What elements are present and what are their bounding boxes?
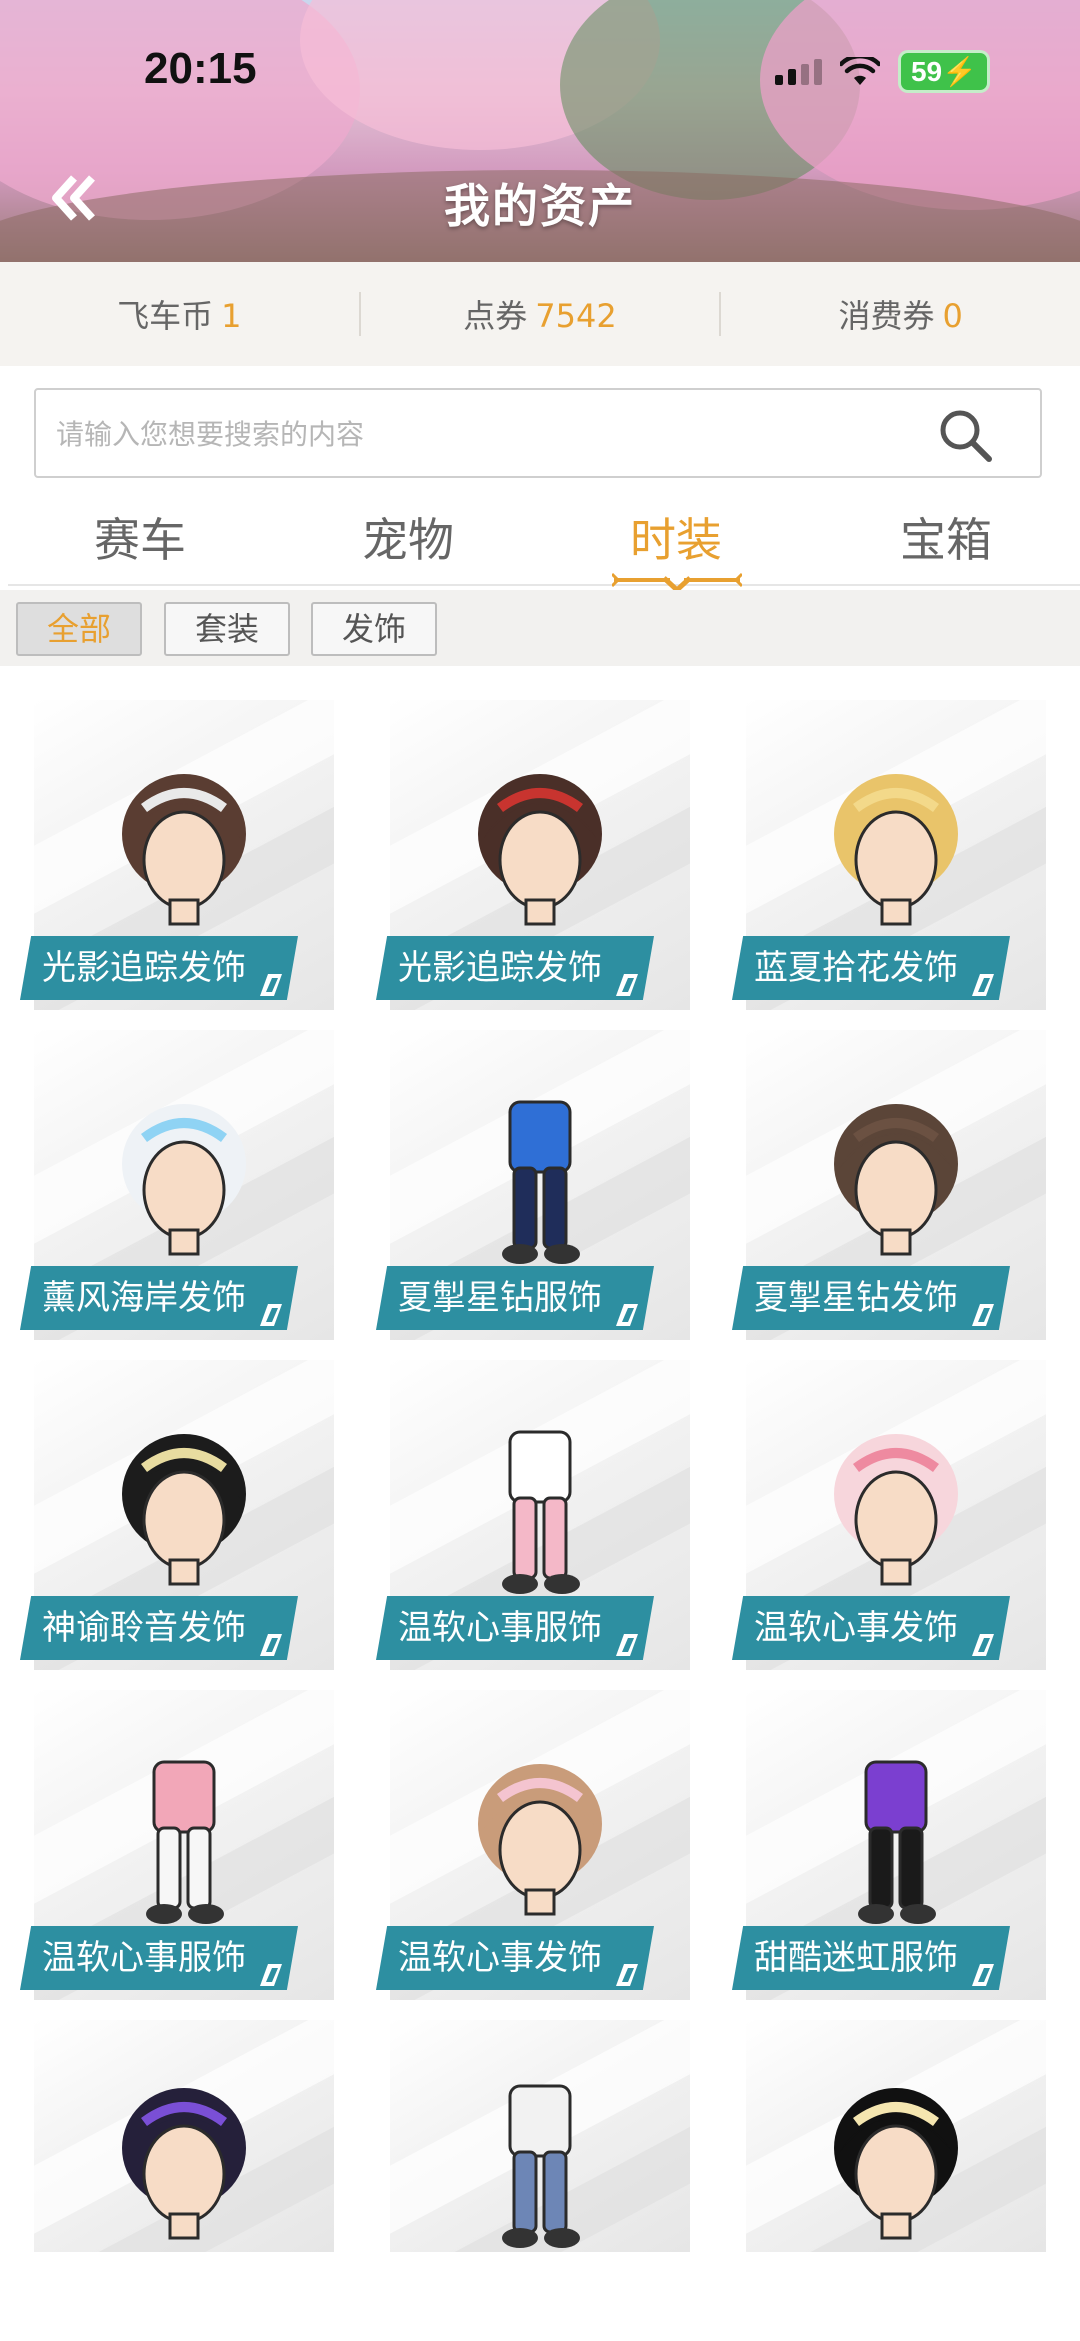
hair-accessory-icon bbox=[834, 1104, 958, 1256]
hair-accessory-icon bbox=[122, 1434, 246, 1586]
fashion-item-card[interactable]: 温软心事发饰 bbox=[356, 1690, 690, 2000]
filter-row: 全部 套装 发饰 bbox=[0, 590, 1080, 666]
corner-stripe-icon bbox=[260, 1634, 282, 1656]
outfit-item-icon bbox=[502, 1430, 580, 1594]
item-name-label: 温软心事发饰 bbox=[732, 1596, 1010, 1660]
currency-label: 飞车币 bbox=[117, 297, 214, 335]
active-tab-indicator bbox=[612, 572, 742, 592]
tabs-divider bbox=[8, 584, 1080, 586]
corner-stripe-icon bbox=[260, 974, 282, 996]
fashion-item-card[interactable]: 光影追踪发饰 bbox=[356, 700, 690, 1010]
corner-stripe-icon bbox=[616, 1964, 638, 1986]
fashion-item-card[interactable]: 光影追踪发饰 bbox=[0, 700, 334, 1010]
hair-accessory-icon bbox=[834, 774, 958, 926]
corner-stripe-icon bbox=[972, 1634, 994, 1656]
currency-label: 消费券 bbox=[838, 297, 935, 335]
search-box bbox=[34, 388, 1042, 478]
item-name-label: 温软心事发饰 bbox=[376, 1926, 654, 1990]
search-input[interactable] bbox=[54, 390, 938, 478]
outfit-item-icon bbox=[502, 2084, 580, 2248]
fashion-item-card[interactable]: 薰风海岸发饰 bbox=[0, 1030, 334, 1340]
outfit-item-icon bbox=[502, 1100, 580, 1264]
currency-value: 1 bbox=[221, 297, 242, 335]
fashion-item-card[interactable]: 温软心事服饰 bbox=[0, 1690, 334, 2000]
hair-accessory-icon bbox=[478, 774, 602, 926]
outfit-item-icon bbox=[858, 1760, 936, 1924]
page-title: 我的资产 bbox=[444, 179, 636, 233]
tab-treasure-box[interactable]: 宝箱 bbox=[836, 504, 1056, 570]
hair-accessory-icon bbox=[834, 2088, 958, 2240]
currency-bar: 飞车币 1 点券 7542 消费券 0 bbox=[0, 262, 1080, 366]
status-time: 20:15 bbox=[144, 44, 257, 93]
hair-accessory-icon bbox=[122, 774, 246, 926]
item-name-label: 神谕聆音发饰 bbox=[20, 1596, 298, 1660]
item-name-label: 温软心事服饰 bbox=[376, 1596, 654, 1660]
status-icons: 59⚡ bbox=[774, 50, 990, 93]
currency-label: 点券 bbox=[463, 297, 528, 335]
hair-accessory-icon bbox=[478, 1764, 602, 1916]
tab-pet[interactable]: 宠物 bbox=[298, 504, 518, 570]
currency-value: 0 bbox=[942, 297, 963, 335]
fashion-item-card[interactable]: 神谕聆音发饰 bbox=[0, 1360, 334, 1670]
fashion-item-card[interactable] bbox=[712, 2020, 1046, 2330]
cellular-signal-icon bbox=[774, 58, 822, 85]
fashion-item-card[interactable]: 温软心事服饰 bbox=[356, 1360, 690, 1670]
currency-value: 7542 bbox=[535, 297, 617, 335]
battery-indicator: 59⚡ bbox=[897, 50, 990, 93]
item-grid: 光影追踪发饰 光影追踪发饰 蓝夏拾花发饰薰风海岸发饰 夏掣星钻服饰 夏掣星钻发饰神谕聆音… bbox=[0, 700, 1080, 2341]
header-banner: 20:15 59⚡ 我的资产 bbox=[0, 0, 1080, 262]
filter-hair-accessory[interactable]: 发饰 bbox=[311, 602, 437, 656]
filter-suit[interactable]: 套装 bbox=[164, 602, 290, 656]
corner-stripe-icon bbox=[972, 1964, 994, 1986]
fashion-item-card[interactable]: 温软心事发饰 bbox=[712, 1360, 1046, 1670]
item-name-label: 蓝夏拾花发饰 bbox=[732, 936, 1010, 1000]
item-name-label: 温软心事服饰 bbox=[20, 1926, 298, 1990]
corner-stripe-icon bbox=[972, 1304, 994, 1326]
corner-stripe-icon bbox=[972, 974, 994, 996]
item-name-label: 光影追踪发饰 bbox=[376, 936, 654, 1000]
hair-accessory-icon bbox=[122, 2088, 246, 2240]
search-icon[interactable] bbox=[936, 406, 994, 464]
currency-coupon: 点券 7542 bbox=[361, 291, 720, 337]
wifi-icon bbox=[839, 56, 880, 85]
corner-stripe-icon bbox=[260, 1964, 282, 1986]
fashion-item-card[interactable] bbox=[356, 2020, 690, 2330]
category-tabs: 赛车 宠物 时装 宝箱 bbox=[0, 490, 1080, 586]
corner-stripe-icon bbox=[616, 974, 638, 996]
hair-accessory-icon bbox=[122, 1104, 246, 1256]
outfit-item-icon bbox=[146, 1760, 224, 1924]
hair-accessory-icon bbox=[834, 1434, 958, 1586]
currency-consumption-voucher: 消费券 0 bbox=[721, 291, 1080, 337]
corner-stripe-icon bbox=[616, 1304, 638, 1326]
tab-race-car[interactable]: 赛车 bbox=[30, 504, 250, 570]
item-name-label: 薰风海岸发饰 bbox=[20, 1266, 298, 1330]
fashion-item-card[interactable]: 甜酷迷虹服饰 bbox=[712, 1690, 1046, 2000]
fashion-item-card[interactable]: 蓝夏拾花发饰 bbox=[712, 700, 1046, 1010]
corner-stripe-icon bbox=[616, 1634, 638, 1656]
fashion-item-card[interactable]: 夏掣星钻服饰 bbox=[356, 1030, 690, 1340]
corner-stripe-icon bbox=[260, 1304, 282, 1326]
filter-all[interactable]: 全部 bbox=[16, 602, 142, 656]
item-name-label: 夏掣星钻服饰 bbox=[376, 1266, 654, 1330]
tab-fashion[interactable]: 时装 bbox=[566, 504, 786, 570]
item-name-label: 甜酷迷虹服饰 bbox=[732, 1926, 1010, 1990]
fashion-item-card[interactable] bbox=[0, 2020, 334, 2330]
item-name-label: 夏掣星钻发饰 bbox=[732, 1266, 1010, 1330]
fashion-item-card[interactable]: 夏掣星钻发饰 bbox=[712, 1030, 1046, 1340]
item-name-label: 光影追踪发饰 bbox=[20, 936, 298, 1000]
currency-feiche-coin: 飞车币 1 bbox=[0, 291, 359, 337]
